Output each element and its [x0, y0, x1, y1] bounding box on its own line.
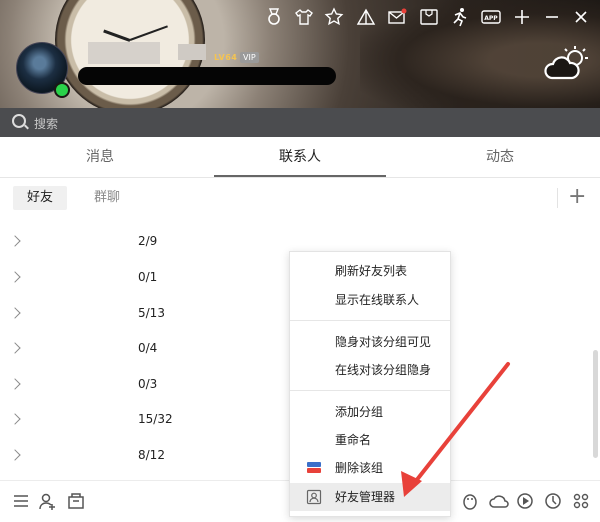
annotation-arrow — [401, 362, 510, 497]
